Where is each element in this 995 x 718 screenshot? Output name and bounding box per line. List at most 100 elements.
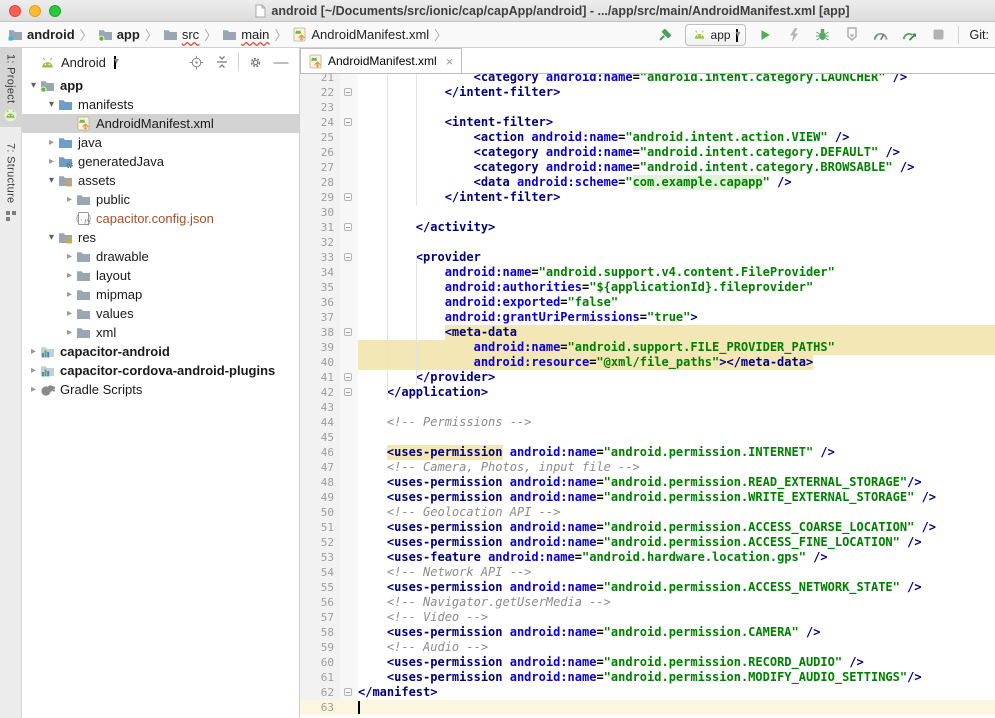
code-line-62[interactable]: 62</manifest> (300, 685, 995, 700)
tree-item-capacitor-config-json[interactable]: {..}capacitor.config.json (22, 209, 299, 228)
breadcrumb-item-main[interactable]: main (220, 26, 271, 43)
code-line-59[interactable]: 59 <!-- Audio --> (300, 640, 995, 655)
fold-marker-icon[interactable] (344, 223, 352, 231)
hide-panel-icon[interactable]: — (271, 52, 291, 72)
tree-item-xml[interactable]: ▸xml (22, 323, 299, 342)
fold-marker-icon[interactable] (344, 88, 352, 96)
chevron-down-icon[interactable]: ▾ (46, 232, 57, 243)
tree-item-app[interactable]: ▾app (22, 76, 299, 95)
chevron-right-icon[interactable]: ▸ (64, 270, 75, 281)
chevron-down-icon[interactable]: ▾ (28, 80, 39, 91)
code-line-41[interactable]: 41 </provider> (300, 370, 995, 385)
chevron-right-icon[interactable]: ▸ (28, 365, 39, 376)
code-line-34[interactable]: 34 android:name="android.support.v4.cont… (300, 265, 995, 280)
tab-androidmanifest[interactable]: <> AndroidManifest.xml × (300, 48, 462, 73)
fold-marker-icon[interactable] (344, 373, 352, 381)
code-line-27[interactable]: 27 <category android:name="android.inten… (300, 160, 995, 175)
code-line-25[interactable]: 25 <action android:name="android.intent.… (300, 130, 995, 145)
code-line-54[interactable]: 54 <!-- Network API --> (300, 565, 995, 580)
code-line-53[interactable]: 53 <uses-feature android:name="android.h… (300, 550, 995, 565)
tree-item-capacitor-android[interactable]: ▸capacitor-android (22, 342, 299, 361)
profiler-gauge-icon[interactable] (871, 25, 891, 45)
code-line-44[interactable]: 44 <!-- Permissions --> (300, 415, 995, 430)
fold-marker-icon[interactable] (344, 118, 352, 126)
debug-bug-icon[interactable] (813, 25, 833, 45)
tree-item-capacitor-cordova-android-plugins[interactable]: ▸capacitor-cordova-android-plugins (22, 361, 299, 380)
fold-marker-icon[interactable] (344, 328, 352, 336)
run-icon[interactable] (755, 25, 775, 45)
tree-item-manifests[interactable]: ▾manifests (22, 95, 299, 114)
attach-profiler-icon[interactable] (900, 25, 920, 45)
tree-item-res[interactable]: ▾res (22, 228, 299, 247)
tree-item-gradle-scripts[interactable]: ▸Gradle Scripts (22, 380, 299, 399)
code-line-21[interactable]: 21 <category android:name="android.inten… (300, 74, 995, 85)
close-tab-icon[interactable]: × (446, 54, 454, 69)
code-line-40[interactable]: 40 android:resource="@xml/file_paths"></… (300, 355, 995, 370)
chevron-right-icon[interactable]: ▸ (64, 327, 75, 338)
coverage-icon[interactable] (842, 25, 862, 45)
code-line-32[interactable]: 32 (300, 235, 995, 250)
chevron-right-icon[interactable]: ▸ (64, 194, 75, 205)
breadcrumb-item-src[interactable]: src (161, 26, 201, 43)
code-line-38[interactable]: 38 <meta-data (300, 325, 995, 340)
breadcrumb-item-androidmanifest-xml[interactable]: <>AndroidManifest.xml (290, 26, 431, 43)
tree-item-androidmanifest-xml[interactable]: <>AndroidManifest.xml (22, 114, 299, 133)
code-line-42[interactable]: 42 </application> (300, 385, 995, 400)
tree-item-values[interactable]: ▸values (22, 304, 299, 323)
code-line-58[interactable]: 58 <uses-permission android:name="androi… (300, 625, 995, 640)
code-line-50[interactable]: 50 <!-- Geolocation API --> (300, 505, 995, 520)
code-line-48[interactable]: 48 <uses-permission android:name="androi… (300, 475, 995, 490)
code-line-22[interactable]: 22 </intent-filter> (300, 85, 995, 100)
code-line-57[interactable]: 57 <!-- Video --> (300, 610, 995, 625)
collapse-all-icon[interactable] (212, 52, 232, 72)
tree-item-mipmap[interactable]: ▸mipmap (22, 285, 299, 304)
code-line-24[interactable]: 24 <intent-filter> (300, 115, 995, 130)
code-line-47[interactable]: 47 <!-- Camera, Photos, input file --> (300, 460, 995, 475)
code-line-51[interactable]: 51 <uses-permission android:name="androi… (300, 520, 995, 535)
tree-item-generatedjava[interactable]: ▸generatedJava (22, 152, 299, 171)
chevron-right-icon[interactable]: ▸ (28, 346, 39, 357)
locate-file-icon[interactable] (186, 52, 206, 72)
tree-item-java[interactable]: ▸java (22, 133, 299, 152)
code-line-52[interactable]: 52 <uses-permission android:name="androi… (300, 535, 995, 550)
stop-icon[interactable] (929, 25, 949, 45)
code-line-28[interactable]: 28 <data android:scheme="com.example.cap… (300, 175, 995, 190)
code-line-63[interactable]: 63 (300, 700, 995, 715)
code-line-61[interactable]: 61 <uses-permission android:name="androi… (300, 670, 995, 685)
chevron-right-icon[interactable]: ▸ (46, 156, 57, 167)
code-line-29[interactable]: 29 </intent-filter> (300, 190, 995, 205)
code-line-23[interactable]: 23 (300, 100, 995, 115)
settings-gear-icon[interactable] (245, 52, 265, 72)
code-line-45[interactable]: 45 (300, 430, 995, 445)
tree-item-public[interactable]: ▸public (22, 190, 299, 209)
code-line-26[interactable]: 26 <category android:name="android.inten… (300, 145, 995, 160)
chevron-right-icon[interactable]: ▸ (64, 308, 75, 319)
breadcrumb-item-app[interactable]: app (96, 26, 142, 43)
tree-item-drawable[interactable]: ▸drawable (22, 247, 299, 266)
chevron-down-icon[interactable]: ▾ (46, 99, 57, 110)
run-configuration-select[interactable]: app ▾ (685, 24, 746, 46)
code-line-33[interactable]: 33 <provider (300, 250, 995, 265)
code-line-31[interactable]: 31 </activity> (300, 220, 995, 235)
code-line-60[interactable]: 60 <uses-permission android:name="androi… (300, 655, 995, 670)
code-line-55[interactable]: 55 <uses-permission android:name="androi… (300, 580, 995, 595)
chevron-down-icon[interactable]: ▾ (46, 175, 57, 186)
breadcrumb-item-android[interactable]: android (6, 26, 77, 43)
code-line-46[interactable]: 46 <uses-permission android:name="androi… (300, 445, 995, 460)
build-hammer-icon[interactable] (656, 25, 676, 45)
code-line-39[interactable]: 39 android:name="android.support.FILE_PR… (300, 340, 995, 355)
chevron-right-icon[interactable]: ▸ (64, 251, 75, 262)
code-line-30[interactable]: 30 (300, 205, 995, 220)
structure-tool-window-button[interactable]: 7: Structure (0, 137, 22, 221)
code-line-36[interactable]: 36 android:exported="false" (300, 295, 995, 310)
fold-marker-icon[interactable] (344, 388, 352, 396)
minimize-window-button[interactable] (29, 5, 41, 17)
code-line-56[interactable]: 56 <!-- Navigator.getUserMedia --> (300, 595, 995, 610)
code-editor[interactable]: 21 <category android:name="android.inten… (300, 74, 995, 718)
code-line-37[interactable]: 37 android:grantUriPermissions="true"> (300, 310, 995, 325)
chevron-right-icon[interactable]: ▸ (28, 384, 39, 395)
project-tool-window-button[interactable]: 1: Project (0, 48, 22, 127)
tree-item-assets[interactable]: ▾assets (22, 171, 299, 190)
apply-changes-lightning-icon[interactable] (784, 25, 804, 45)
fold-marker-icon[interactable] (344, 193, 352, 201)
